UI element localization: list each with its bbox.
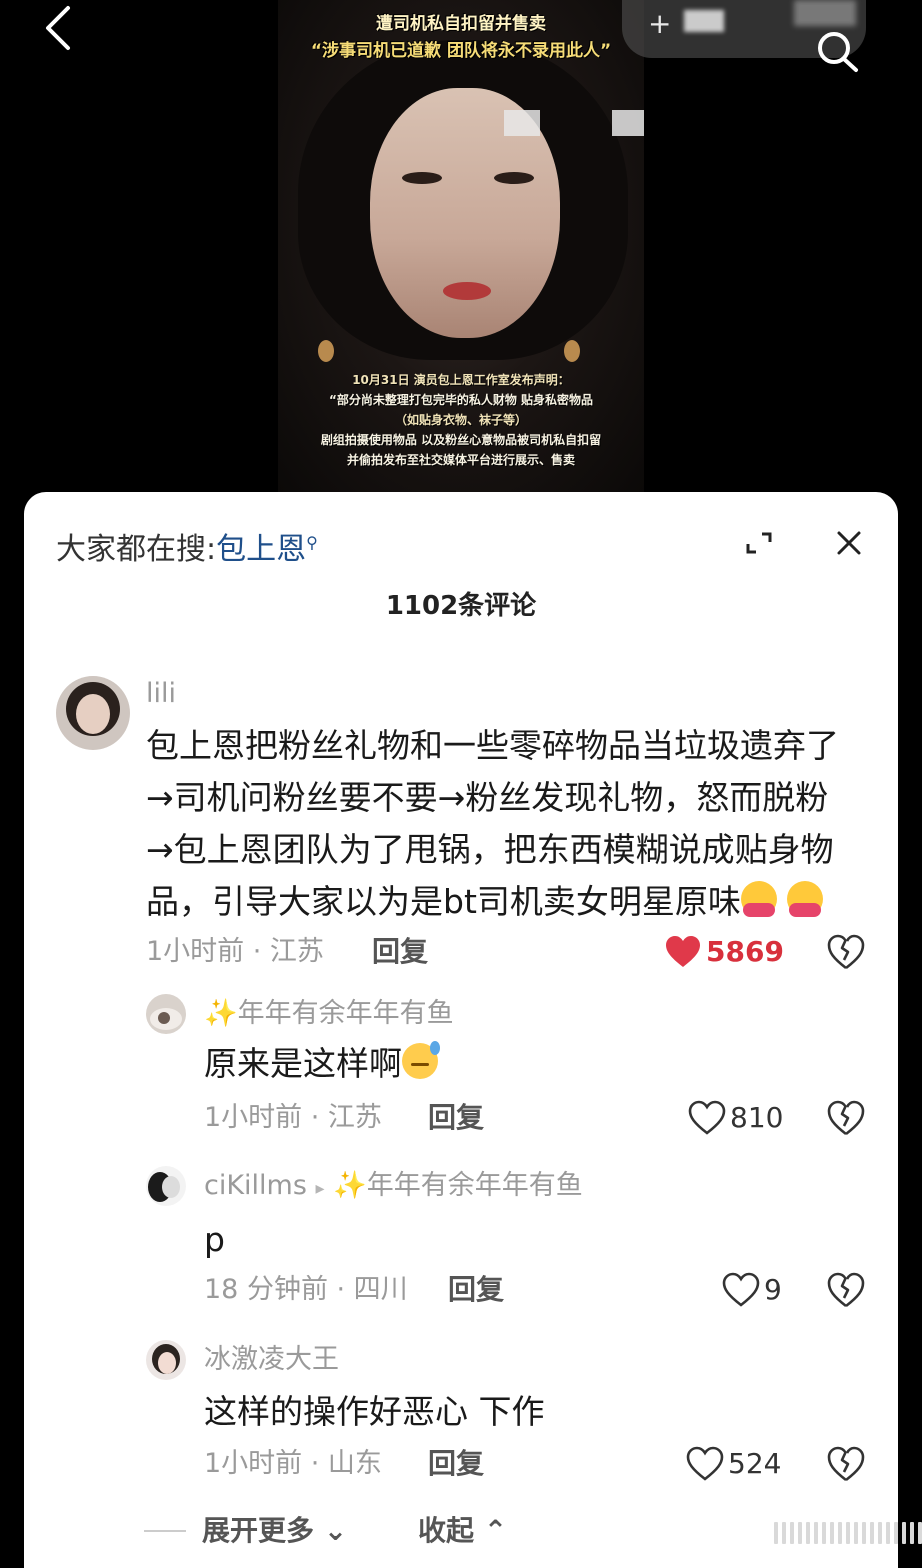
reply-button[interactable]: 回复 [428, 1446, 484, 1482]
reply-text: 这样的操作好恶心 下作 [204, 1392, 545, 1431]
close-icon [837, 531, 861, 555]
reply-text: 原来是这样啊 [204, 1038, 864, 1090]
video-area[interactable]: 遭司机私自扣留并售卖 “涉事司机已道歉 团队将永不录用此人” 10月31日 演员… [0, 0, 922, 500]
avatar[interactable] [56, 676, 130, 750]
dislike-button[interactable] [826, 1098, 866, 1138]
comment-count: 1102条评论 [385, 591, 537, 621]
reply-username[interactable]: ciKillms ▸ ✨年年有余年年有鱼 [204, 1168, 583, 1207]
broken-heart-icon [827, 934, 865, 970]
reply-button[interactable]: 回复 [428, 1100, 484, 1136]
caption-line: 并偷拍发布至社交媒体平台进行展示、售卖 [346, 453, 575, 467]
comment-text-content: 包上恩把粉丝礼物和一些零碎物品当垃圾遗弃了 →司机问粉丝要不要→粉丝发现礼物，怒… [146, 726, 839, 921]
broken-heart-icon [827, 1446, 865, 1482]
search-button[interactable] [812, 30, 864, 76]
comment-time-location: 1小时前 · 江苏 [146, 936, 324, 967]
hug-emoji-icon [740, 881, 777, 917]
reply-time-location: 1小时前 · 山东 [204, 1448, 382, 1479]
comment-sheet: 大家都在搜:包上恩⚲ 1102条评论 lili 包上恩把粉丝礼物和一些零碎物品当… [24, 492, 898, 1568]
reply-username-text: 年年有余年年有鱼 [237, 998, 454, 1029]
like-count: 810 [730, 1101, 784, 1134]
avatar[interactable] [146, 994, 186, 1034]
hug-emoji-icon [787, 881, 824, 917]
collapse-button[interactable]: 收起 ⌃ [418, 1512, 507, 1550]
dislike-button[interactable] [826, 1270, 866, 1310]
reply-username[interactable]: 冰激凌大王 [204, 1342, 339, 1378]
chevron-up-icon: ⌃ [483, 1514, 508, 1547]
sweat-emoji-icon [402, 1041, 440, 1079]
close-button[interactable] [824, 518, 874, 568]
portrait-eye [402, 172, 442, 184]
hot-search-prefix: 大家都在搜: [56, 532, 217, 567]
mosaic-block [612, 110, 644, 136]
blurred-label [794, 0, 856, 26]
blurred-label [684, 10, 724, 32]
chevron-down-icon: ⌄ [323, 1514, 348, 1547]
comment-text: 包上恩把粉丝礼物和一些零碎物品当垃圾遗弃了 →司机问粉丝要不要→粉丝发现礼物，怒… [146, 720, 876, 928]
like-button[interactable]: 524 [686, 1444, 781, 1484]
hot-search-bar[interactable]: 大家都在搜:包上恩⚲ [56, 522, 318, 571]
like-button[interactable]: 9 [722, 1270, 782, 1310]
earring [318, 340, 334, 362]
reply-username-text: ciKillms [204, 1170, 307, 1201]
broken-heart-icon [827, 1272, 865, 1308]
expand-more-button[interactable]: 展开更多 ⌄ [202, 1512, 347, 1550]
caption-line: 剧组拍摄使用物品 以及粉丝心意物品被司机私自扣留 [320, 433, 602, 447]
heart-filled-icon [666, 936, 700, 967]
heart-outline-icon [686, 1446, 724, 1481]
reply-button[interactable]: 回复 [372, 934, 428, 970]
headline-cut-line [278, 0, 644, 10]
expand-more-label: 展开更多 [202, 1514, 315, 1547]
video-headline: 遭司机私自扣留并售卖 “涉事司机已道歉 团队将永不录用此人” [278, 0, 644, 64]
reply-username[interactable]: ✨年年有余年年有鱼 [204, 996, 454, 1032]
video-caption: 10月31日 演员包上恩工作室发布声明： “部分尚未整理打包完毕的私人财物 贴身… [278, 370, 644, 470]
reply-to-username: 年年有余年年有鱼 [366, 1170, 583, 1201]
like-count: 5869 [706, 935, 784, 968]
sparkle-icon: ✨ [204, 998, 238, 1029]
fullscreen-button[interactable] [734, 518, 784, 568]
back-button[interactable] [40, 2, 80, 54]
hot-search-keyword[interactable]: 包上恩 [216, 532, 306, 567]
portrait-eye [494, 172, 534, 184]
like-button[interactable]: 5869 [664, 932, 784, 972]
dislike-button[interactable] [826, 932, 866, 972]
reply-button[interactable]: 回复 [448, 1272, 504, 1308]
portrait-lips [443, 282, 491, 300]
headline-line-2: “涉事司机已道歉 团队将永不录用此人” [310, 41, 612, 61]
reply-text-content: 原来是这样啊 [204, 1044, 402, 1083]
collapse-label: 收起 [418, 1514, 475, 1547]
reply-text: p [204, 1220, 225, 1259]
reply-time-location: 1小时前 · 江苏 [204, 1102, 382, 1133]
mosaic-block [504, 110, 540, 136]
sparkle-icon: ✨ [333, 1170, 367, 1201]
like-button[interactable]: 810 [688, 1098, 783, 1138]
watermark-bars [774, 1520, 922, 1546]
divider [144, 1530, 186, 1532]
like-count: 524 [728, 1447, 782, 1480]
avatar[interactable] [146, 1166, 186, 1206]
plus-icon[interactable]: + [648, 6, 671, 42]
heart-outline-icon [688, 1100, 726, 1135]
heart-outline-icon [722, 1272, 760, 1307]
expand-icon [746, 532, 772, 554]
caption-line: “部分尚未整理打包完毕的私人财物 贴身私密物品 [328, 393, 594, 407]
search-small-icon: ⚲ [306, 533, 318, 552]
avatar[interactable] [146, 1340, 186, 1380]
dislike-button[interactable] [826, 1444, 866, 1484]
chevron-left-icon [46, 6, 70, 50]
like-count: 9 [764, 1273, 782, 1306]
caption-line: 10月31日 演员包上恩工作室发布声明： [352, 373, 570, 387]
caption-line: （如贴身衣物、袜子等） [394, 413, 527, 427]
earring [564, 340, 580, 362]
reply-time-location: 18 分钟前 · 四川 [204, 1274, 408, 1305]
search-icon [818, 32, 858, 72]
broken-heart-icon [827, 1100, 865, 1136]
reply-to-arrow-icon: ▸ [315, 1178, 325, 1199]
comment-username[interactable]: lili [146, 676, 176, 712]
headline-line-1: 遭司机私自扣留并售卖 [376, 14, 546, 34]
